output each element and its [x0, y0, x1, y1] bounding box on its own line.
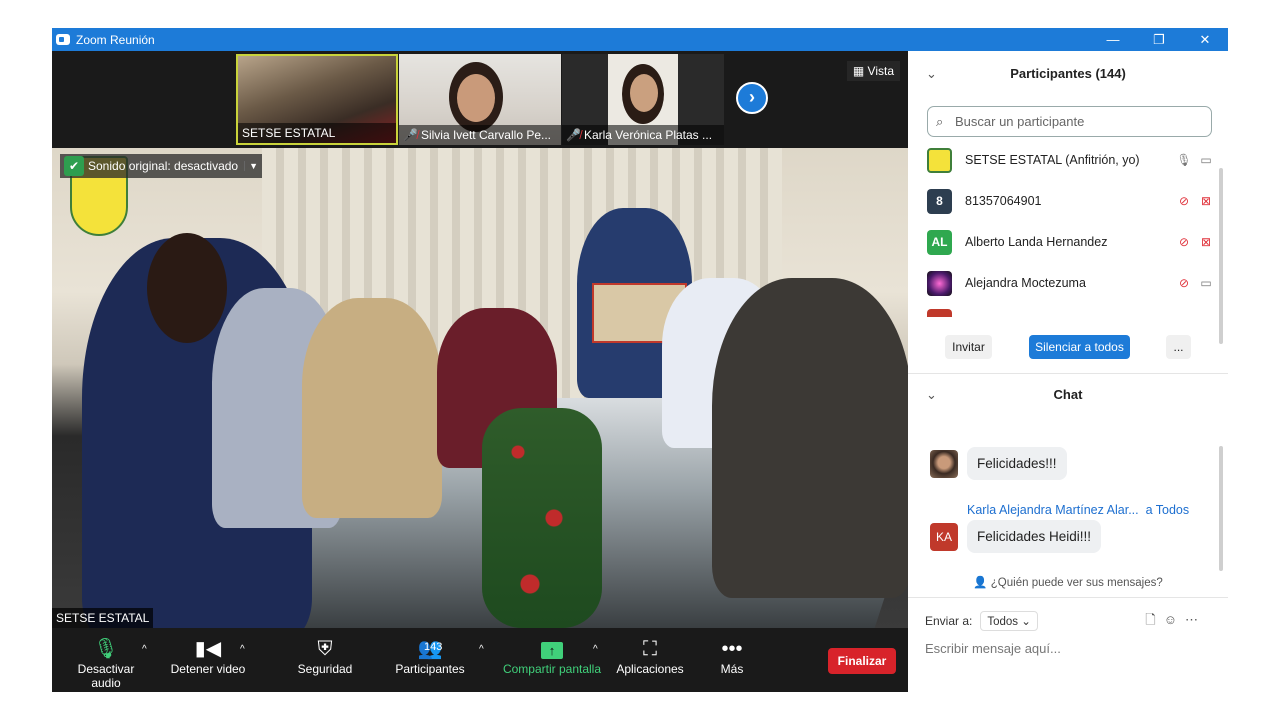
collapse-participants-icon[interactable]: ⌄: [926, 51, 937, 97]
avatar: KA: [930, 523, 958, 551]
end-meeting-button[interactable]: Finalizar: [828, 648, 896, 674]
chat-compose-input[interactable]: Escribir mensaje aquí...: [925, 641, 1061, 656]
avatar: [927, 147, 952, 173]
thumbnail-label: 🎤̸ Silvia Ivett Carvallo Pe...: [399, 125, 561, 145]
title-bar: Zoom Reunión — ❐ ✕: [52, 28, 1228, 51]
more-button[interactable]: ••• Más: [712, 636, 752, 676]
muted-mic-icon: 🎤̸: [403, 128, 418, 142]
thumbnail-setse-estatal[interactable]: SETSE ESTATAL: [236, 54, 398, 145]
side-panel: ⌄ Participantes (144) ⌕ Buscar un partic…: [908, 51, 1228, 692]
thumbnail-label: 🎤̸ Karla Verónica Platas ...: [562, 125, 724, 145]
chevron-down-icon[interactable]: ▼: [244, 161, 262, 171]
chat-sender: Karla Alejandra Martínez Alar... a Todos: [967, 503, 1190, 517]
minimize-button[interactable]: —: [1090, 28, 1136, 51]
chat-message: Felicidades Heidi!!!: [967, 520, 1102, 553]
chat-divider: [908, 597, 1228, 598]
shield-icon: ⛨: [317, 638, 333, 660]
christmas-garland: [482, 408, 602, 628]
video-off-icon[interactable]: ⊠: [1195, 194, 1217, 208]
person-man-2: [302, 298, 442, 518]
person-hair: [147, 233, 227, 343]
avatar: [927, 270, 952, 296]
video-camera-icon: ▮◀: [194, 638, 222, 660]
zoom-window: Zoom Reunión — ❐ ✕ SETSE ESTATAL 🎤̸ Silvi…: [52, 28, 1228, 692]
meeting-toolbar: 🎙 Desactivar audio ^ ▮◀ Detener video ^ …: [52, 628, 908, 692]
thumbnail-strip: SETSE ESTATAL 🎤̸ Silvia Ivett Carvallo Pe…: [52, 51, 908, 148]
stop-video-button[interactable]: ▮◀ Detener video: [168, 636, 248, 676]
close-button[interactable]: ✕: [1182, 28, 1228, 51]
chat-message: Felicidades!!!: [967, 447, 1067, 480]
active-speaker-video: ✔ Sonido original: desactivado ▼ SETSE E…: [52, 148, 908, 628]
mic-icon[interactable]: 🎙: [1173, 153, 1195, 167]
search-icon: ⌕: [936, 114, 944, 129]
next-page-button[interactable]: ›: [736, 82, 768, 114]
share-screen-icon: ↑: [500, 636, 604, 662]
thumbnail-karla[interactable]: 🎤̸ Karla Verónica Platas ...: [562, 54, 724, 145]
participant-row[interactable]: SETSE ESTATAL (Anfitrión, yo) 🎙 ▭: [927, 145, 1217, 175]
avatar: 8: [927, 188, 952, 214]
avatar-partial: [927, 309, 952, 317]
original-sound-badge[interactable]: ✔ Sonido original: desactivado ▼: [60, 154, 263, 178]
send-to-select[interactable]: Todos ⌄: [980, 611, 1038, 631]
person-man-5: [712, 278, 908, 598]
participants-options-caret[interactable]: ^: [479, 644, 484, 655]
people-icon: 👥 143: [394, 636, 466, 662]
muted-mic-icon[interactable]: ⊘: [1173, 235, 1195, 249]
more-icon[interactable]: ⋯: [1185, 612, 1206, 627]
mute-button[interactable]: 🎙 Desactivar audio: [62, 636, 150, 690]
video-off-icon[interactable]: ⊠: [1195, 235, 1217, 249]
thumbnail-label: SETSE ESTATAL: [238, 123, 396, 143]
collapse-chat-icon[interactable]: ⌄: [926, 373, 937, 417]
shield-check-icon: ✔: [64, 156, 84, 176]
avatar: [930, 450, 958, 478]
file-icon[interactable]: 🗋: [1145, 612, 1163, 627]
share-screen-button[interactable]: ↑ Compartir pantalla: [500, 636, 604, 676]
video-options-caret[interactable]: ^: [240, 644, 245, 655]
ellipsis-icon: •••: [721, 638, 743, 660]
chat-scrollbar[interactable]: [1219, 446, 1223, 571]
video-icon[interactable]: ▭: [1195, 153, 1217, 167]
participant-count: 143: [424, 641, 443, 653]
avatar: AL: [927, 229, 952, 255]
muted-mic-icon[interactable]: ⊘: [1173, 276, 1195, 290]
participant-face: [457, 74, 495, 122]
share-options-caret[interactable]: ^: [593, 644, 598, 655]
chat-header: ⌄ Chat: [908, 373, 1228, 417]
participants-button[interactable]: 👥 143 Participantes: [394, 636, 466, 676]
invite-button[interactable]: Invitar: [945, 335, 992, 359]
participant-search-input[interactable]: ⌕ Buscar un participante: [927, 106, 1212, 137]
participant-actions: Invitar Silenciar a todos ...: [908, 335, 1228, 359]
apps-button[interactable]: ⛶ Aplicaciones: [614, 636, 686, 676]
person-lock-icon: 👤: [973, 577, 988, 589]
send-to-row: Enviar a: Todos ⌄: [925, 611, 1038, 631]
emoji-icon[interactable]: ☺: [1164, 612, 1185, 627]
meeting-area: SETSE ESTATAL 🎤̸ Silvia Ivett Carvallo Pe…: [52, 51, 908, 692]
more-options-button[interactable]: ...: [1166, 335, 1191, 359]
participant-list: SETSE ESTATAL (Anfitrión, yo) 🎙 ▭ 8 8135…: [908, 143, 1228, 317]
video-icon[interactable]: ▭: [1195, 276, 1217, 290]
participants-header: ⌄ Participantes (144): [908, 51, 1228, 97]
zoom-logo-icon: [56, 34, 70, 45]
view-button[interactable]: ▦ Vista: [846, 61, 900, 81]
muted-mic-icon[interactable]: ⊘: [1173, 194, 1195, 208]
participant-face: [630, 74, 658, 112]
restore-button[interactable]: ❐: [1136, 28, 1182, 51]
participant-row[interactable]: Alejandra Moctezuma ⊘ ▭: [927, 268, 1217, 298]
audio-options-caret[interactable]: ^: [142, 644, 147, 655]
thumbnail-silvia[interactable]: 🎤̸ Silvia Ivett Carvallo Pe...: [399, 54, 561, 145]
participant-row[interactable]: AL Alberto Landa Hernandez ⊘ ⊠: [927, 227, 1217, 257]
mute-all-button[interactable]: Silenciar a todos: [1029, 335, 1130, 359]
microphone-icon: 🎙: [93, 638, 119, 660]
apps-icon: ⛶: [643, 638, 657, 660]
participants-scrollbar[interactable]: [1219, 168, 1223, 344]
participant-row[interactable]: 8 81357064901 ⊘ ⊠: [927, 186, 1217, 216]
muted-mic-icon: 🎤̸: [566, 128, 581, 142]
security-button[interactable]: ⛨ Seguridad: [292, 636, 358, 676]
window-title: Zoom Reunión: [76, 32, 155, 47]
chat-tools: 🗋☺⋯: [1145, 611, 1206, 633]
who-can-see-link[interactable]: 👤 ¿Quién puede ver sus mensajes?: [908, 575, 1228, 589]
speaker-name-label: SETSE ESTATAL: [52, 608, 154, 628]
